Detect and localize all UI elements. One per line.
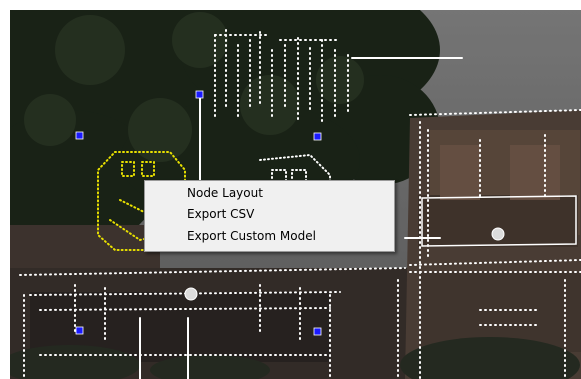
menu-item-export-custom-model[interactable]: Export Custom Model xyxy=(145,226,394,247)
node-marker[interactable] xyxy=(313,327,322,336)
drag-handle[interactable] xyxy=(184,287,198,301)
node-marker[interactable] xyxy=(75,326,84,335)
context-menu: Node Layout Export CSV Export Custom Mod… xyxy=(144,180,395,252)
drag-handle[interactable] xyxy=(491,227,505,241)
menu-item-export-csv[interactable]: Export CSV xyxy=(145,204,394,225)
node-marker[interactable] xyxy=(195,90,204,99)
node-marker[interactable] xyxy=(313,132,322,141)
menu-item-node-layout[interactable]: Node Layout xyxy=(145,183,394,204)
tree-outline xyxy=(214,29,349,126)
left-house-outline xyxy=(19,267,406,379)
node-marker[interactable] xyxy=(75,131,84,140)
